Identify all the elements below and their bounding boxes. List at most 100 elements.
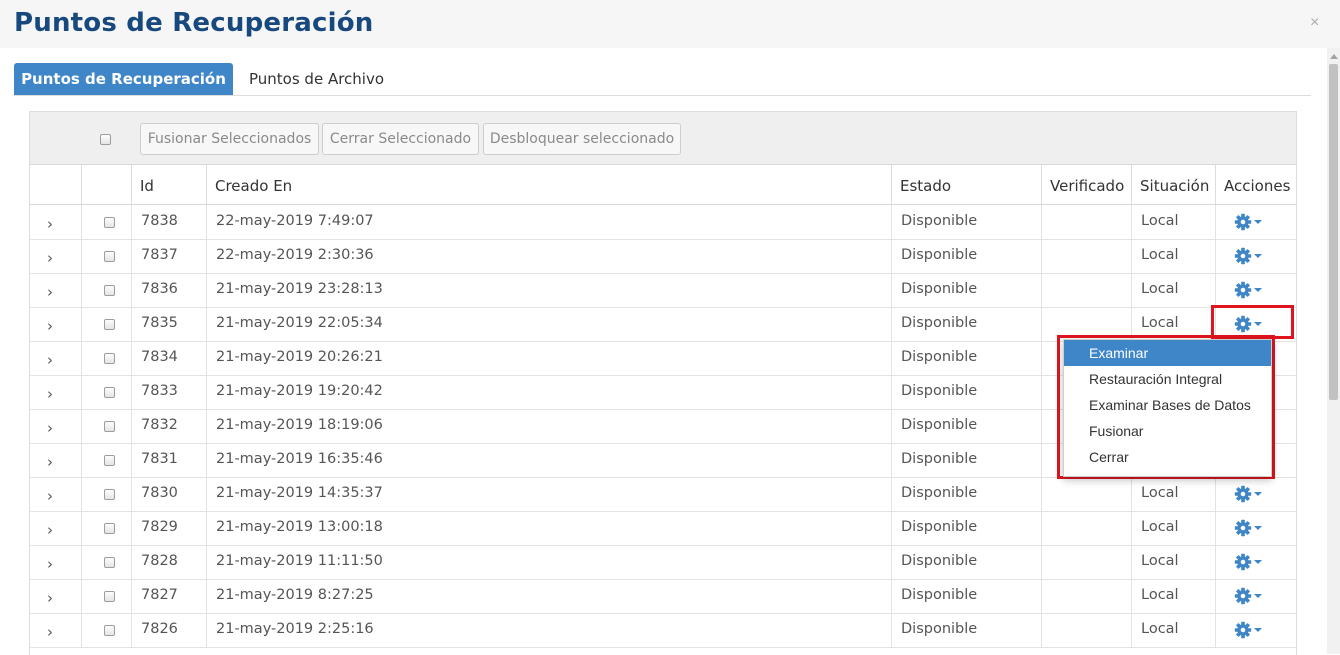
cell-id: 7835: [131, 307, 206, 341]
expander-cell: ›: [30, 443, 81, 477]
tab-recovery-points[interactable]: Puntos de Recuperación: [14, 63, 233, 95]
row-checkbox[interactable]: [104, 557, 115, 568]
row-checkbox[interactable]: [104, 285, 115, 296]
checkbox-cell: [81, 477, 131, 511]
row-checkbox[interactable]: [104, 625, 115, 636]
expander-cell: ›: [30, 239, 81, 273]
cell-id: 7838: [131, 205, 206, 239]
chevron-right-icon[interactable]: ›: [47, 310, 53, 343]
menu-item[interactable]: Examinar Bases de Datos: [1064, 392, 1271, 418]
cell-id: 7837: [131, 239, 206, 273]
cell-verified: [1041, 579, 1131, 613]
checkbox-column-header: [81, 165, 131, 204]
cell-verified: [1041, 613, 1131, 647]
cell-location: Local: [1131, 273, 1215, 307]
chevron-right-icon[interactable]: ›: [47, 344, 53, 377]
cell-created: 21-may-2019 2:25:16: [206, 613, 891, 647]
menu-item[interactable]: Fusionar: [1064, 418, 1271, 444]
column-header-verified[interactable]: Verificado: [1041, 165, 1131, 204]
chevron-right-icon[interactable]: ›: [47, 616, 53, 649]
gear-icon[interactable]: [1234, 246, 1268, 266]
vertical-scrollbar[interactable]: [1327, 48, 1340, 654]
cell-state: Disponible: [891, 545, 1041, 579]
tab-archive-points[interactable]: Puntos de Archivo: [249, 63, 384, 95]
cell-location: Local: [1131, 205, 1215, 239]
menu-item[interactable]: Examinar: [1064, 340, 1271, 366]
merge-selected-button[interactable]: Fusionar Seleccionados: [140, 123, 319, 155]
cell-actions: [1215, 239, 1296, 273]
chevron-right-icon[interactable]: ›: [47, 412, 53, 445]
menu-item[interactable]: Cerrar: [1064, 444, 1271, 470]
select-all-checkbox[interactable]: [100, 134, 111, 145]
chevron-right-icon[interactable]: ›: [47, 276, 53, 309]
row-checkbox[interactable]: [104, 455, 115, 466]
cell-id: 7828: [131, 545, 206, 579]
menu-item[interactable]: Restauración Integral: [1064, 366, 1271, 392]
cell-location: Local: [1131, 579, 1215, 613]
row-checkbox[interactable]: [104, 319, 115, 330]
cell-verified: [1041, 511, 1131, 545]
table-row[interactable]: › 7837 22-may-2019 2:30:36 Disponible Lo…: [30, 239, 1296, 274]
chevron-right-icon[interactable]: ›: [47, 208, 53, 241]
close-selected-button[interactable]: Cerrar Seleccionado: [322, 123, 479, 155]
expander-cell: ›: [30, 409, 81, 443]
column-header-state[interactable]: Estado: [891, 165, 1041, 204]
chevron-right-icon[interactable]: ›: [47, 446, 53, 479]
cell-location: Local: [1131, 613, 1215, 647]
scroll-up-arrow-icon[interactable]: [1330, 54, 1338, 59]
gear-icon[interactable]: [1234, 518, 1268, 538]
gear-icon[interactable]: [1234, 620, 1268, 640]
table-row[interactable]: › 7828 21-may-2019 11:11:50 Disponible L…: [30, 545, 1296, 580]
scrollbar-thumb[interactable]: [1329, 64, 1338, 400]
gear-icon[interactable]: [1234, 280, 1268, 300]
cell-id: 7827: [131, 579, 206, 613]
sort-indicator-icon: [548, 170, 558, 174]
close-icon[interactable]: ×: [1310, 14, 1319, 32]
row-checkbox[interactable]: [104, 251, 115, 262]
cell-created: 21-may-2019 16:35:46: [206, 443, 891, 477]
table-row[interactable]: › 7826 21-may-2019 2:25:16 Disponible Lo…: [30, 613, 1296, 648]
tab-divider: [14, 95, 1311, 96]
cell-actions: [1215, 613, 1296, 647]
row-checkbox[interactable]: [104, 489, 115, 500]
cell-id: 7832: [131, 409, 206, 443]
unlock-selected-button[interactable]: Desbloquear seleccionado: [483, 123, 681, 155]
cell-created: 21-may-2019 19:20:42: [206, 375, 891, 409]
cell-id: 7831: [131, 443, 206, 477]
gear-icon[interactable]: [1234, 484, 1268, 504]
chevron-right-icon[interactable]: ›: [47, 480, 53, 513]
gear-icon[interactable]: [1234, 212, 1268, 232]
row-checkbox[interactable]: [104, 387, 115, 398]
gear-icon[interactable]: [1234, 586, 1268, 606]
cell-state: Disponible: [891, 443, 1041, 477]
cell-created: 21-may-2019 11:11:50: [206, 545, 891, 579]
chevron-right-icon[interactable]: ›: [47, 548, 53, 581]
checkbox-cell: [81, 375, 131, 409]
cell-verified: [1041, 477, 1131, 511]
row-checkbox[interactable]: [104, 591, 115, 602]
expander-cell: ›: [30, 205, 81, 239]
table-row[interactable]: › 7838 22-may-2019 7:49:07 Disponible Lo…: [30, 205, 1296, 240]
chevron-right-icon[interactable]: ›: [47, 514, 53, 547]
row-checkbox[interactable]: [104, 353, 115, 364]
checkbox-cell: [81, 579, 131, 613]
row-checkbox[interactable]: [104, 217, 115, 228]
cell-id: 7836: [131, 273, 206, 307]
cell-actions: [1215, 511, 1296, 545]
chevron-right-icon[interactable]: ›: [47, 242, 53, 275]
table-row[interactable]: › 7830 21-may-2019 14:35:37 Disponible L…: [30, 477, 1296, 512]
grid-header: Id Creado En Estado Verificado Situación…: [30, 165, 1296, 205]
column-header-id[interactable]: Id: [131, 165, 206, 204]
row-checkbox[interactable]: [104, 421, 115, 432]
column-header-location[interactable]: Situación: [1131, 165, 1215, 204]
checkbox-cell: [81, 409, 131, 443]
expander-cell: ›: [30, 341, 81, 375]
column-header-actions: Acciones: [1215, 165, 1296, 204]
table-row[interactable]: › 7827 21-may-2019 8:27:25 Disponible Lo…: [30, 579, 1296, 614]
gear-icon[interactable]: [1234, 552, 1268, 572]
chevron-right-icon[interactable]: ›: [47, 582, 53, 615]
row-checkbox[interactable]: [104, 523, 115, 534]
table-row[interactable]: › 7836 21-may-2019 23:28:13 Disponible L…: [30, 273, 1296, 308]
chevron-right-icon[interactable]: ›: [47, 378, 53, 411]
table-row[interactable]: › 7829 21-may-2019 13:00:18 Disponible L…: [30, 511, 1296, 546]
